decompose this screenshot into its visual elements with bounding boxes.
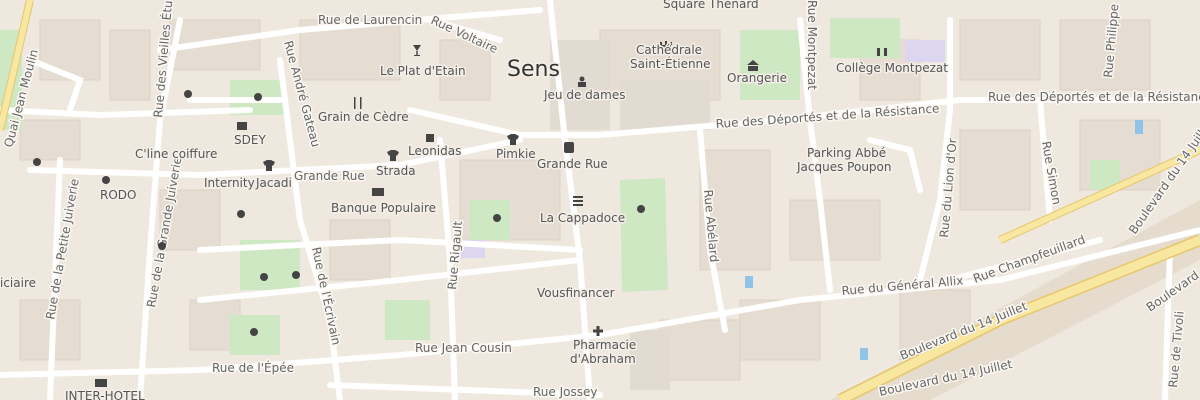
parking-icon[interactable] bbox=[835, 129, 845, 139]
street-label: Rue Jossey bbox=[533, 385, 597, 399]
poi-label[interactable]: Pimkie bbox=[495, 146, 538, 163]
hotel-icon[interactable] bbox=[95, 379, 107, 387]
street-label: iciaire bbox=[0, 276, 36, 290]
poi-label[interactable]: INTER-HOTEL bbox=[64, 388, 147, 400]
poi-label[interactable]: Grain de Cèdre bbox=[317, 109, 411, 126]
garden-icon[interactable] bbox=[184, 90, 192, 98]
street-label: Rue de Laurencin bbox=[318, 13, 422, 27]
garden-icon[interactable] bbox=[33, 158, 41, 166]
poi-label[interactable]: Grande Rue bbox=[536, 156, 610, 173]
poi-label[interactable]: Cathédrale bbox=[635, 42, 704, 59]
street-label: Rue Jean Cousin bbox=[415, 341, 512, 355]
garden-icon[interactable] bbox=[493, 214, 501, 222]
poi-label[interactable]: Pharmacie bbox=[572, 337, 638, 354]
poi-label[interactable]: Banque Populaire bbox=[330, 200, 438, 217]
poi-label[interactable]: C'line coiffure bbox=[134, 146, 219, 163]
bank-icon[interactable] bbox=[372, 188, 384, 196]
poi-label[interactable]: Parking Abbé bbox=[806, 145, 888, 162]
street-label: Rue Montpezat bbox=[805, 0, 819, 90]
poi-label[interactable]: La Cappadoce bbox=[539, 210, 627, 227]
garden-icon[interactable] bbox=[254, 93, 262, 101]
poi-label[interactable]: Vousfinancer bbox=[536, 285, 617, 302]
city-label: Sens bbox=[507, 57, 560, 82]
street-label: Grande Rue bbox=[294, 169, 365, 183]
poi-label[interactable]: Strada bbox=[375, 163, 418, 180]
hair-icon[interactable] bbox=[237, 122, 247, 130]
poi-label[interactable]: Orangerie bbox=[726, 70, 789, 87]
poi-label[interactable]: Collège Montpezat bbox=[835, 60, 950, 77]
poi-label[interactable]: Leonidas bbox=[407, 143, 463, 160]
theatre-icon[interactable] bbox=[102, 176, 110, 184]
poi-label[interactable]: SDEY bbox=[233, 132, 268, 149]
map-view[interactable]: Sens Rue de Laurencin Rue Voltaire Squar… bbox=[0, 0, 1200, 400]
poi-label[interactable]: Jacques Poupon bbox=[795, 159, 893, 176]
poi-label[interactable]: Jacadi bbox=[254, 175, 294, 192]
lilac-area-2 bbox=[905, 40, 945, 62]
garden-icon[interactable] bbox=[292, 271, 300, 279]
garden-icon[interactable] bbox=[250, 328, 258, 336]
poi-label[interactable]: Internity bbox=[203, 175, 257, 192]
garden-icon[interactable] bbox=[158, 242, 166, 250]
poi-label[interactable]: Jeu de dames bbox=[542, 87, 627, 104]
garden-icon[interactable] bbox=[637, 205, 645, 213]
poi-label[interactable]: d'Abraham bbox=[569, 351, 638, 368]
poi-label[interactable]: Le Plat d'Etain bbox=[379, 63, 468, 80]
shop-bag-icon[interactable] bbox=[426, 134, 434, 142]
bus-icon[interactable] bbox=[564, 142, 574, 153]
street-label: Square Thénard bbox=[663, 0, 759, 11]
poi-label[interactable]: RODO bbox=[99, 187, 138, 204]
street-label: Rue des Déportés et de la Résistance bbox=[988, 90, 1200, 104]
poi-label[interactable]: Saint-Étienne bbox=[629, 55, 713, 73]
restaurant-icon[interactable] bbox=[573, 196, 583, 206]
garden-icon[interactable] bbox=[237, 210, 245, 218]
map-canvas[interactable]: Sens Rue de Laurencin Rue Voltaire Squar… bbox=[0, 0, 1200, 400]
garden-icon[interactable] bbox=[260, 273, 268, 281]
street-label: Rue de l'Épée bbox=[212, 360, 294, 375]
